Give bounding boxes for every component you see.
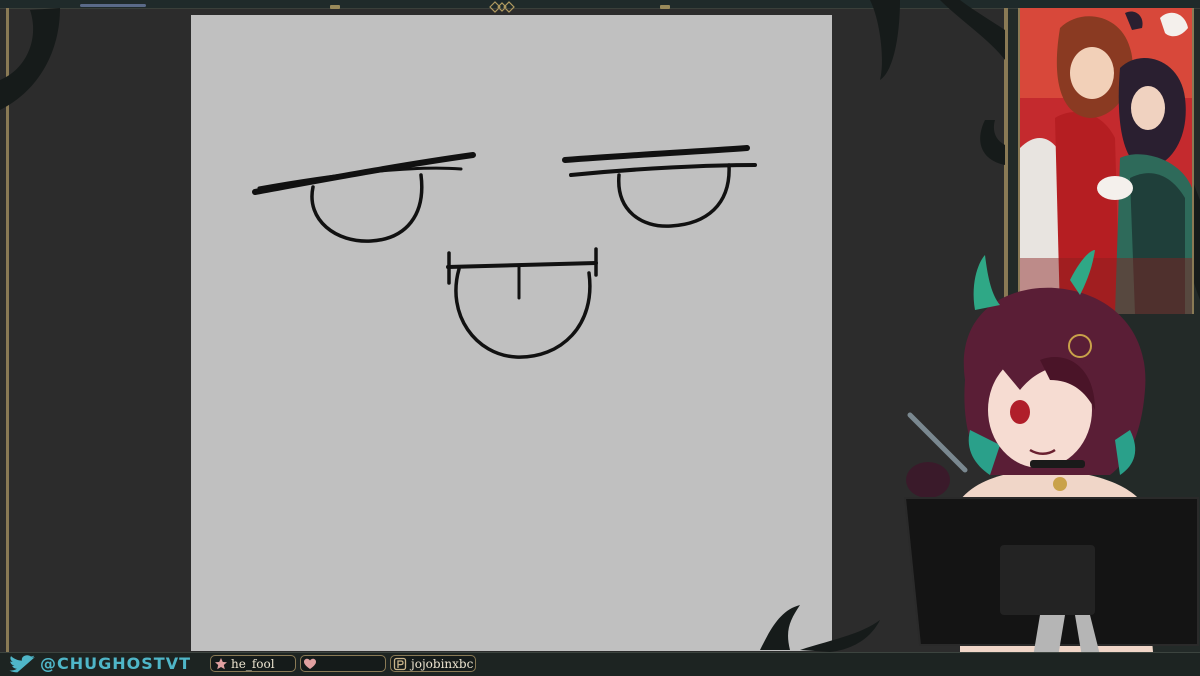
twitter-bird-icon <box>9 655 36 673</box>
top-frame-mark <box>660 5 670 9</box>
patreon-icon <box>393 657 407 671</box>
heart-icon <box>304 658 316 669</box>
twitter-handle: @CHUGHOSTVT <box>40 654 191 673</box>
drawing-canvas[interactable] <box>191 15 832 651</box>
top-frame-mark <box>330 5 340 9</box>
top-accent-indicator <box>80 4 146 7</box>
left-frame-border <box>6 8 9 653</box>
subscriber-alert: jojobinxbc <box>390 655 476 672</box>
subscriber-name: jojobinxbc <box>411 657 474 671</box>
vtuber-avatar <box>903 250 1199 675</box>
stream-overlay: @CHUGHOSTVT he_fool jojobinxbc <box>0 0 1200 676</box>
follower-alert: he_fool <box>210 655 296 672</box>
diamond-ornament-icon <box>489 1 515 13</box>
star-icon <box>215 658 227 670</box>
follower-name: he_fool <box>231 657 275 671</box>
sketch-face-drawing <box>252 145 757 359</box>
donation-alert <box>300 655 386 672</box>
